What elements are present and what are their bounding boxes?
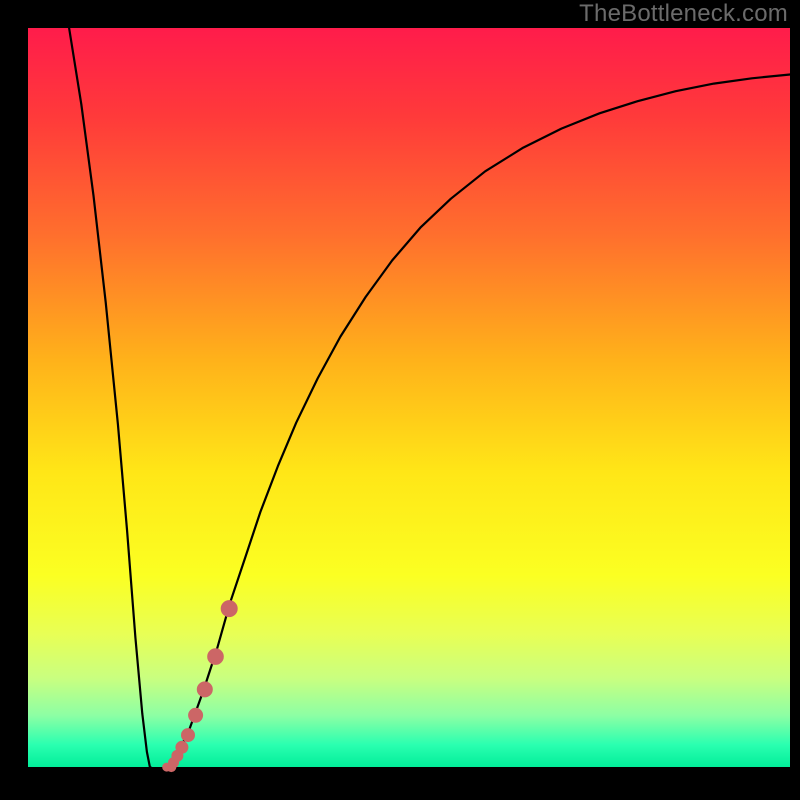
- marker-dot: [182, 729, 195, 742]
- bottleneck-curve: [69, 28, 790, 770]
- marker-dot: [221, 601, 237, 617]
- marker-dot: [208, 649, 224, 665]
- marker-dot: [197, 682, 212, 697]
- marker-dot: [189, 708, 203, 722]
- curve-layer: [28, 28, 790, 790]
- chart-frame: TheBottleneck.com: [0, 0, 800, 800]
- marker-dot: [176, 741, 188, 753]
- plot-area: [28, 28, 790, 790]
- attribution-watermark: TheBottleneck.com: [579, 0, 788, 28]
- marker-group: [163, 601, 238, 772]
